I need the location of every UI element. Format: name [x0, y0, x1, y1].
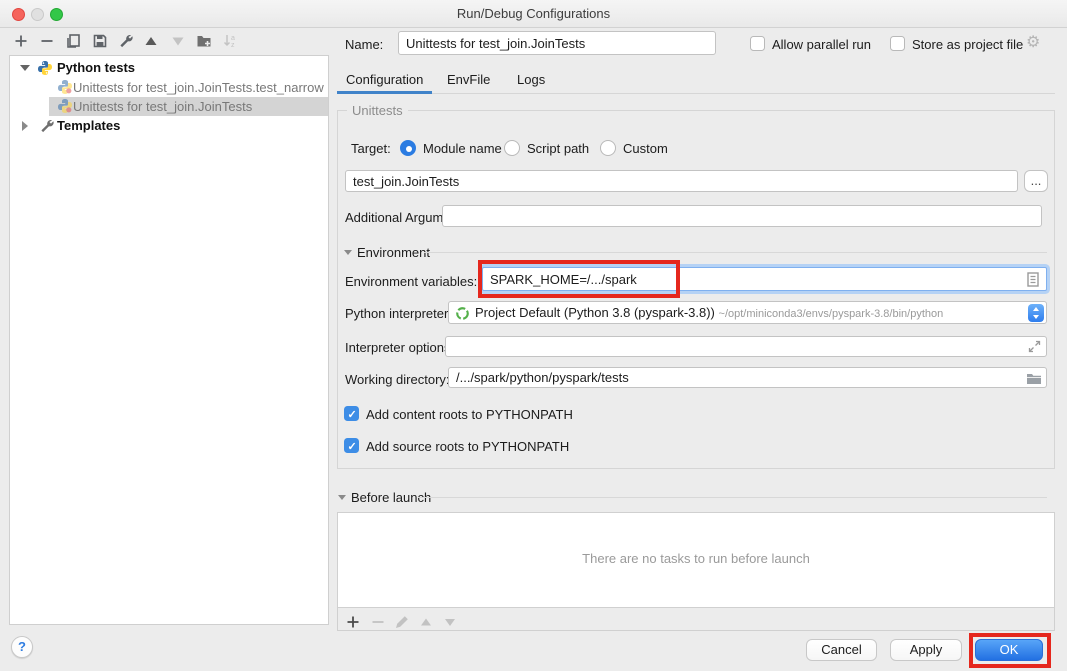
browse-button[interactable]: ...: [1024, 170, 1048, 192]
move-down-icon: [170, 33, 186, 49]
store-as-project-file-label: Store as project file: [912, 37, 1023, 52]
environment-variables-input[interactable]: SPARK_HOME=/.../spark: [482, 267, 1047, 291]
name-input[interactable]: [398, 31, 716, 55]
environment-header-line: [424, 252, 1047, 253]
python-interpreter-label: Python interpreter:: [345, 306, 452, 321]
before-launch-empty-text: There are no tasks to run before launch: [338, 551, 1054, 566]
tree-item-label: Unittests for test_join.JoinTests.test_n…: [73, 80, 324, 95]
tree-item-unittests-test-narrow[interactable]: Unittests for test_join.JoinTests.test_n…: [10, 78, 328, 97]
move-task-up-icon: [418, 614, 434, 630]
before-launch-collapse-icon[interactable]: [338, 495, 346, 500]
radio-module-name[interactable]: [400, 140, 416, 156]
store-as-project-file-checkbox[interactable]: [890, 36, 905, 51]
before-launch-panel: There are no tasks to run before launch: [337, 512, 1055, 631]
remove-task-icon: [370, 614, 386, 630]
add-task-icon[interactable]: [345, 614, 361, 630]
tab-logs[interactable]: Logs: [517, 72, 545, 87]
new-folder-icon[interactable]: [196, 33, 212, 49]
radio-module-name-label: Module name: [423, 141, 502, 156]
select-stepper-icon[interactable]: [1028, 304, 1044, 322]
title-bar: Run/Debug Configurations: [0, 0, 1067, 28]
svg-text:a: a: [231, 35, 235, 42]
ok-button[interactable]: OK: [975, 639, 1043, 661]
help-button[interactable]: ?: [11, 636, 33, 658]
svg-text:z: z: [231, 42, 235, 49]
module-name-input[interactable]: [345, 170, 1018, 192]
allow-parallel-run-label: Allow parallel run: [772, 37, 871, 52]
add-source-roots-checkbox[interactable]: [344, 438, 359, 453]
additional-arguments-input[interactable]: [442, 205, 1042, 227]
gear-icon[interactable]: ⚙: [1026, 32, 1040, 52]
tab-bar: Configuration EnvFile Logs: [337, 66, 1055, 94]
edit-task-icon: [394, 614, 410, 630]
window-title: Run/Debug Configurations: [0, 6, 1067, 21]
python-icon: [37, 60, 53, 76]
environment-header: Environment: [357, 245, 430, 260]
radio-custom[interactable]: [600, 140, 616, 156]
python-interpreter-path: ~/opt/miniconda3/envs/pyspark-3.8/bin/py…: [719, 308, 944, 320]
browse-folder-icon[interactable]: [1026, 372, 1042, 385]
sort-alphabetically-icon: az: [222, 33, 238, 49]
tree-item-templates[interactable]: Templates: [10, 116, 328, 136]
target-label: Target:: [351, 141, 391, 156]
python-test-icon: [57, 79, 73, 95]
before-launch-task-list[interactable]: There are no tasks to run before launch: [338, 513, 1054, 608]
add-content-roots-label: Add content roots to PYTHONPATH: [366, 407, 573, 422]
working-directory-label: Working directory:: [345, 372, 450, 387]
active-tab-underline: [337, 91, 432, 94]
add-source-roots-label: Add source roots to PYTHONPATH: [366, 439, 569, 454]
python-interpreter-value: Project Default (Python 3.8 (pyspark-3.8…: [475, 305, 715, 320]
add-content-roots-checkbox[interactable]: [344, 406, 359, 421]
collapse-caret-icon[interactable]: [20, 65, 30, 71]
tab-configuration[interactable]: Configuration: [346, 72, 423, 87]
run-debug-configurations-dialog: Run/Debug Configurations az Python tests: [0, 0, 1067, 671]
tab-envfile[interactable]: EnvFile: [447, 72, 490, 87]
interpreter-options-input[interactable]: [445, 336, 1047, 357]
unittests-section-title: Unittests: [347, 103, 408, 118]
paste-variables-icon[interactable]: [1027, 272, 1039, 287]
tree-item-unittests-jointests[interactable]: Unittests for test_join.JoinTests: [10, 97, 328, 116]
radio-script-path-label: Script path: [527, 141, 589, 156]
remove-icon[interactable]: [39, 33, 55, 49]
conda-environment-icon: [455, 306, 470, 321]
templates-wrench-icon: [39, 118, 55, 134]
move-up-icon[interactable]: [143, 33, 159, 49]
radio-script-path[interactable]: [504, 140, 520, 156]
add-icon[interactable]: [13, 33, 29, 49]
copy-icon[interactable]: [65, 33, 81, 49]
cancel-button[interactable]: Cancel: [806, 639, 877, 661]
tree-item-label: Python tests: [57, 60, 135, 75]
tree-item-label: Templates: [57, 118, 120, 133]
environment-variables-value: SPARK_HOME=/.../spark: [490, 272, 637, 287]
python-test-icon: [57, 98, 73, 114]
working-directory-input[interactable]: [448, 367, 1047, 388]
edit-templates-icon[interactable]: [118, 33, 134, 49]
python-interpreter-select[interactable]: Project Default (Python 3.8 (pyspark-3.8…: [448, 301, 1047, 324]
interpreter-options-label: Interpreter options:: [345, 340, 454, 355]
allow-parallel-run-checkbox[interactable]: [750, 36, 765, 51]
radio-custom-label: Custom: [623, 141, 668, 156]
before-launch-header-line: [418, 497, 1047, 498]
move-task-down-icon: [442, 614, 458, 630]
save-icon[interactable]: [92, 33, 108, 49]
environment-variables-label: Environment variables:: [345, 274, 477, 289]
name-label: Name:: [345, 37, 383, 52]
tree-item-label: Unittests for test_join.JoinTests: [73, 99, 252, 114]
expand-editor-icon[interactable]: [1028, 340, 1041, 353]
environment-collapse-icon[interactable]: [344, 250, 352, 255]
expand-caret-icon[interactable]: [22, 121, 28, 131]
tree-item-python-tests[interactable]: Python tests: [10, 58, 328, 78]
configurations-tree: Python tests Unittests for test_join.Joi…: [9, 55, 329, 625]
apply-button[interactable]: Apply: [890, 639, 962, 661]
